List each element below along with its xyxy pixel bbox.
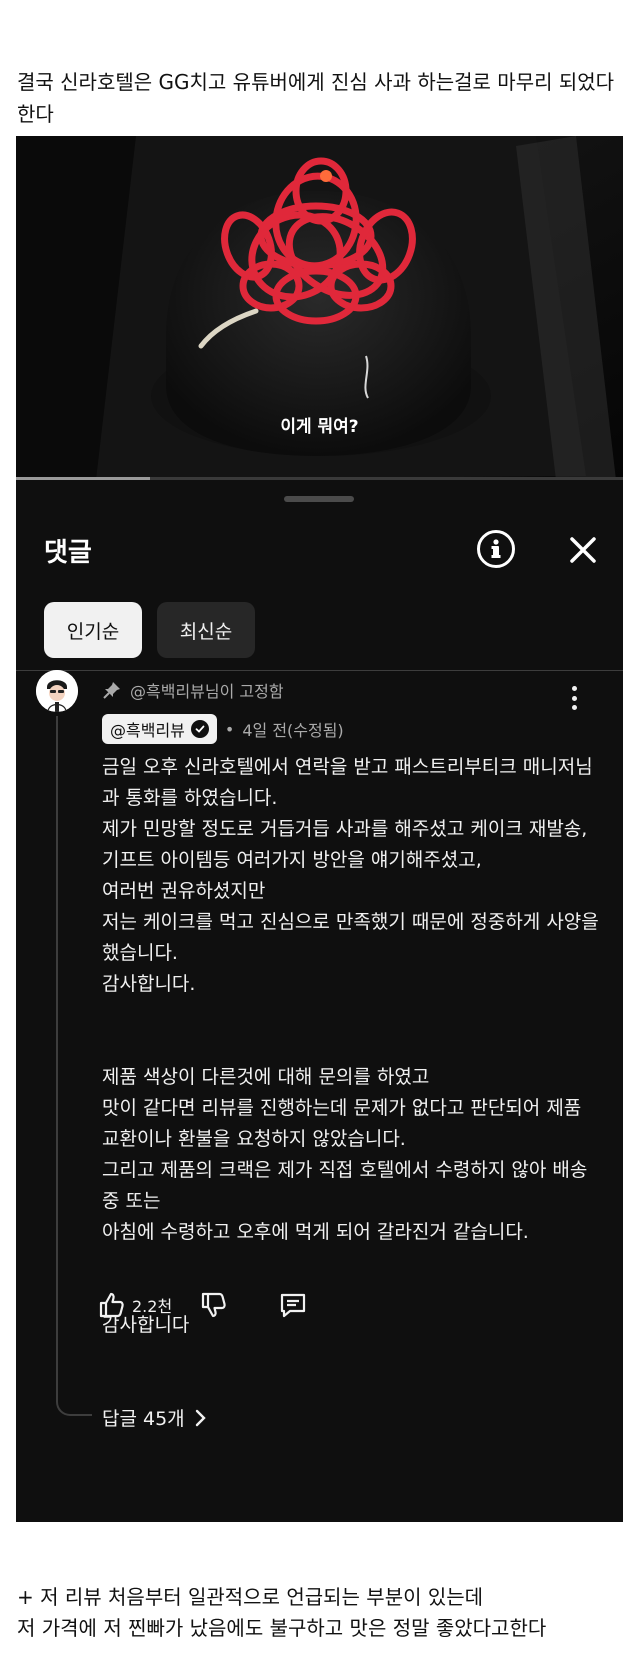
author-chip[interactable]: @흑백리뷰 <box>102 714 217 744</box>
like-button[interactable]: 2.2천 <box>98 1291 172 1319</box>
verified-check-icon <box>190 720 209 738</box>
comment-time[interactable]: 4일 전(수정됨) <box>242 717 343 741</box>
thumb-up-icon <box>99 1292 124 1318</box>
dislike-button[interactable] <box>200 1291 228 1319</box>
comment-body: 금일 오후 신라호텔에서 연락을 받고 패스트리부티크 매니저님과 통화를 하였… <box>102 756 599 1336</box>
pinned-label: @흑백리뷰님이 고정함 <box>102 678 284 702</box>
replies-count: 답글 45개 <box>102 1408 185 1430</box>
comment-header: @흑백리뷰 • 4일 전(수정됨) <box>102 714 344 744</box>
comment-time-dot: • <box>224 719 235 739</box>
reply-thread-line <box>56 716 92 1416</box>
close-icon[interactable] <box>563 530 603 570</box>
pinned-by-text: @흑백리뷰님이 고정함 <box>130 682 284 701</box>
video-caption: 이게 뭐여? <box>280 417 359 437</box>
reply-comment-icon <box>281 1293 306 1318</box>
info-icon[interactable] <box>477 530 515 568</box>
sort-chip-popular[interactable]: 인기순 <box>44 602 142 658</box>
comment-actions: 2.2천 <box>98 1290 308 1320</box>
thumb-down-icon <box>202 1292 226 1318</box>
author-handle: @흑백리뷰 <box>110 721 185 740</box>
avatar[interactable] <box>36 670 78 712</box>
panel-title: 댓글 <box>44 538 92 568</box>
chevron-right-icon <box>195 1409 206 1426</box>
divider <box>16 670 623 671</box>
post-intro-text: 결국 신라호텔은 GG치고 유튜버에게 진심 사과 하는걸로 마무리 되었다 한… <box>17 70 615 126</box>
like-count: 2.2천 <box>132 1297 173 1316</box>
replies-toggle[interactable]: 답글 45개 <box>102 1404 209 1431</box>
sort-chip-newest[interactable]: 최신순 <box>157 602 255 658</box>
reply-button[interactable] <box>278 1290 308 1320</box>
pin-icon <box>103 682 120 699</box>
post-outro-text: + 저 리뷰 처음부터 일관적으로 언급되는 부분이 있는데 저 가격에 저 찐… <box>17 1585 547 1640</box>
drag-handle[interactable] <box>284 496 354 502</box>
video-player[interactable]: 이게 뭐여? <box>16 136 623 480</box>
more-vert-icon[interactable] <box>570 686 578 710</box>
comments-panel: 댓글 인기순 최신순 @흑백리뷰님이 고정함 @흑백리뷰 • 4일 전(수정됨)… <box>16 480 623 1522</box>
